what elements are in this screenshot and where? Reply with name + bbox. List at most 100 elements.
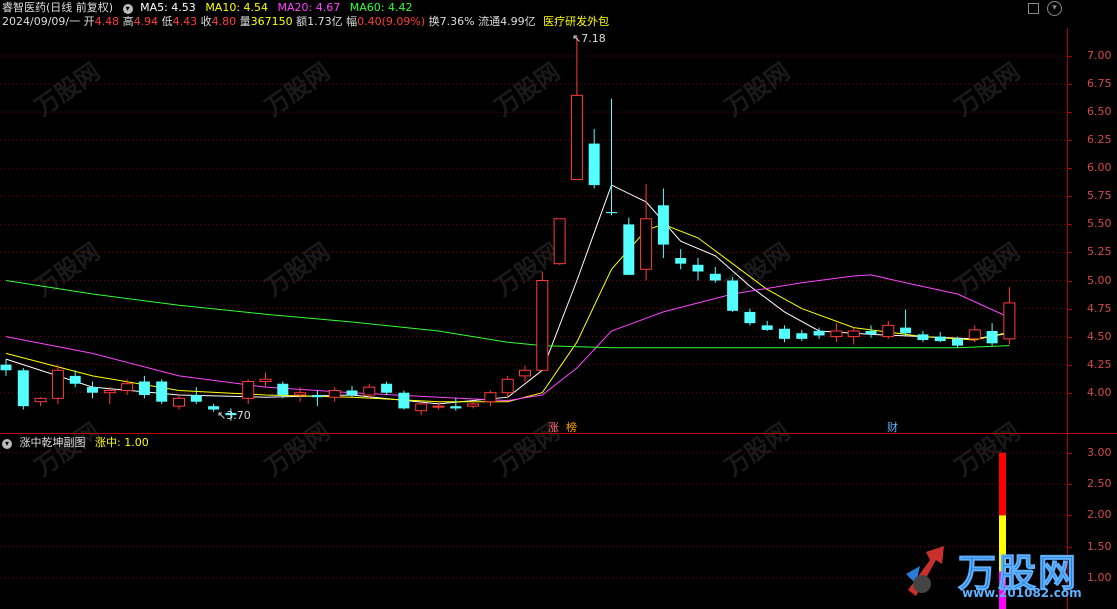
candle-body-up: [259, 378, 272, 382]
candle[interactable]: [588, 129, 600, 189]
price-tick: [1068, 364, 1072, 366]
candle[interactable]: [311, 390, 323, 407]
sector-link[interactable]: 医疗研发外包: [543, 15, 609, 28]
low-value: 4.43: [172, 15, 198, 28]
sub-tick: [1068, 515, 1072, 517]
candle[interactable]: [450, 398, 462, 411]
candle[interactable]: [640, 183, 653, 281]
candle[interactable]: [761, 320, 773, 331]
candle[interactable]: [398, 390, 410, 410]
candle-body-up: [294, 392, 307, 396]
finance-tag[interactable]: 财: [887, 419, 898, 435]
candle[interactable]: [553, 218, 566, 265]
candle[interactable]: [467, 401, 480, 409]
candle[interactable]: [190, 387, 202, 404]
price-tick: [1068, 196, 1072, 198]
candle-body-down: [692, 264, 704, 272]
float-value: 4.99亿: [500, 15, 536, 28]
sub-tick-label: 2.50: [1087, 477, 1112, 490]
candle[interactable]: [623, 217, 635, 275]
candle[interactable]: [796, 329, 808, 342]
candle[interactable]: [87, 381, 98, 399]
candle[interactable]: [501, 375, 514, 399]
candle-body-up: [467, 403, 480, 407]
candle-body-down: [727, 280, 739, 311]
candle-body-down: [346, 390, 358, 395]
more-options-icon[interactable]: ▾: [1047, 1, 1062, 16]
candle-body-down: [190, 394, 202, 402]
candle[interactable]: [865, 325, 877, 338]
candle[interactable]: [381, 381, 393, 395]
candle-body-down: [588, 143, 600, 186]
candle[interactable]: [242, 379, 255, 404]
brand-logo: 万股网 www.201082.com: [900, 540, 1100, 606]
candle-body-up: [640, 218, 653, 270]
candle[interactable]: [744, 308, 756, 326]
candle[interactable]: [484, 390, 497, 407]
price-tick: [1068, 56, 1072, 58]
ma20-label: MA20: 4.67: [277, 1, 341, 14]
candle[interactable]: [986, 323, 998, 346]
ranking-tag[interactable]: 榜: [566, 419, 577, 435]
candle[interactable]: [103, 387, 116, 404]
candle[interactable]: [847, 327, 860, 345]
candle[interactable]: [709, 267, 721, 283]
settings-circle-icon[interactable]: ▾: [122, 4, 133, 14]
candle[interactable]: [1003, 287, 1016, 345]
candle[interactable]: [432, 401, 445, 410]
candle[interactable]: [606, 98, 617, 216]
price-tick: [1068, 308, 1072, 310]
candle-body-down: [606, 212, 617, 214]
candle[interactable]: [173, 394, 185, 410]
candle-body-up: [242, 381, 255, 399]
limit-up-tag[interactable]: 涨: [548, 419, 559, 435]
candle[interactable]: [415, 401, 428, 416]
candle[interactable]: [882, 320, 895, 339]
candle[interactable]: [934, 332, 946, 343]
sub-tick: [1068, 452, 1072, 454]
candle[interactable]: [519, 365, 531, 382]
price-tick: [1068, 280, 1072, 282]
candle-body-up: [501, 378, 514, 394]
price-tick-label: 4.25: [1087, 357, 1112, 371]
stock-title[interactable]: 睿智医药(日线 前复权): [2, 1, 113, 14]
candle[interactable]: [917, 331, 929, 343]
price-tick: [1068, 140, 1072, 142]
candle[interactable]: [328, 387, 341, 402]
candle[interactable]: [830, 323, 843, 343]
ma-line-ma60: [5, 280, 1010, 349]
candle-body-up: [415, 403, 428, 412]
candle[interactable]: [779, 325, 790, 343]
candle[interactable]: [727, 277, 739, 312]
candle[interactable]: [900, 309, 912, 337]
candle[interactable]: [657, 188, 669, 259]
candle-body-down: [934, 336, 946, 342]
price-tick-label: 4.75: [1087, 301, 1112, 315]
brand-url: www.201082.com: [962, 586, 1082, 600]
candle[interactable]: [536, 271, 549, 371]
brand-arrow-icon: [906, 546, 944, 596]
candle-body-down: [17, 370, 29, 407]
candle[interactable]: [51, 364, 64, 404]
candle-body-up: [432, 405, 445, 408]
candle[interactable]: [570, 35, 583, 180]
candle[interactable]: [34, 397, 47, 407]
ma10-label: MA10: 4.54: [205, 1, 269, 14]
candle[interactable]: [121, 379, 134, 395]
date-label: 2024/09/09/一: [2, 15, 81, 28]
restore-icon[interactable]: [1028, 3, 1039, 14]
amount-value: 1.73亿: [307, 15, 343, 28]
price-tick-label: 5.00: [1087, 273, 1112, 287]
candle-body-down: [87, 387, 98, 393]
candle[interactable]: [17, 368, 29, 410]
volume-key: 量: [239, 15, 251, 28]
candle-body-up: [847, 330, 860, 338]
candle[interactable]: [138, 375, 150, 399]
candle[interactable]: [0, 359, 12, 376]
candle-body-down: [311, 394, 323, 398]
candle[interactable]: [692, 258, 704, 281]
candle[interactable]: [259, 372, 272, 388]
candle-body-up: [51, 369, 64, 399]
candle[interactable]: [156, 379, 168, 404]
candlestick-chart[interactable]: [0, 28, 1067, 432]
